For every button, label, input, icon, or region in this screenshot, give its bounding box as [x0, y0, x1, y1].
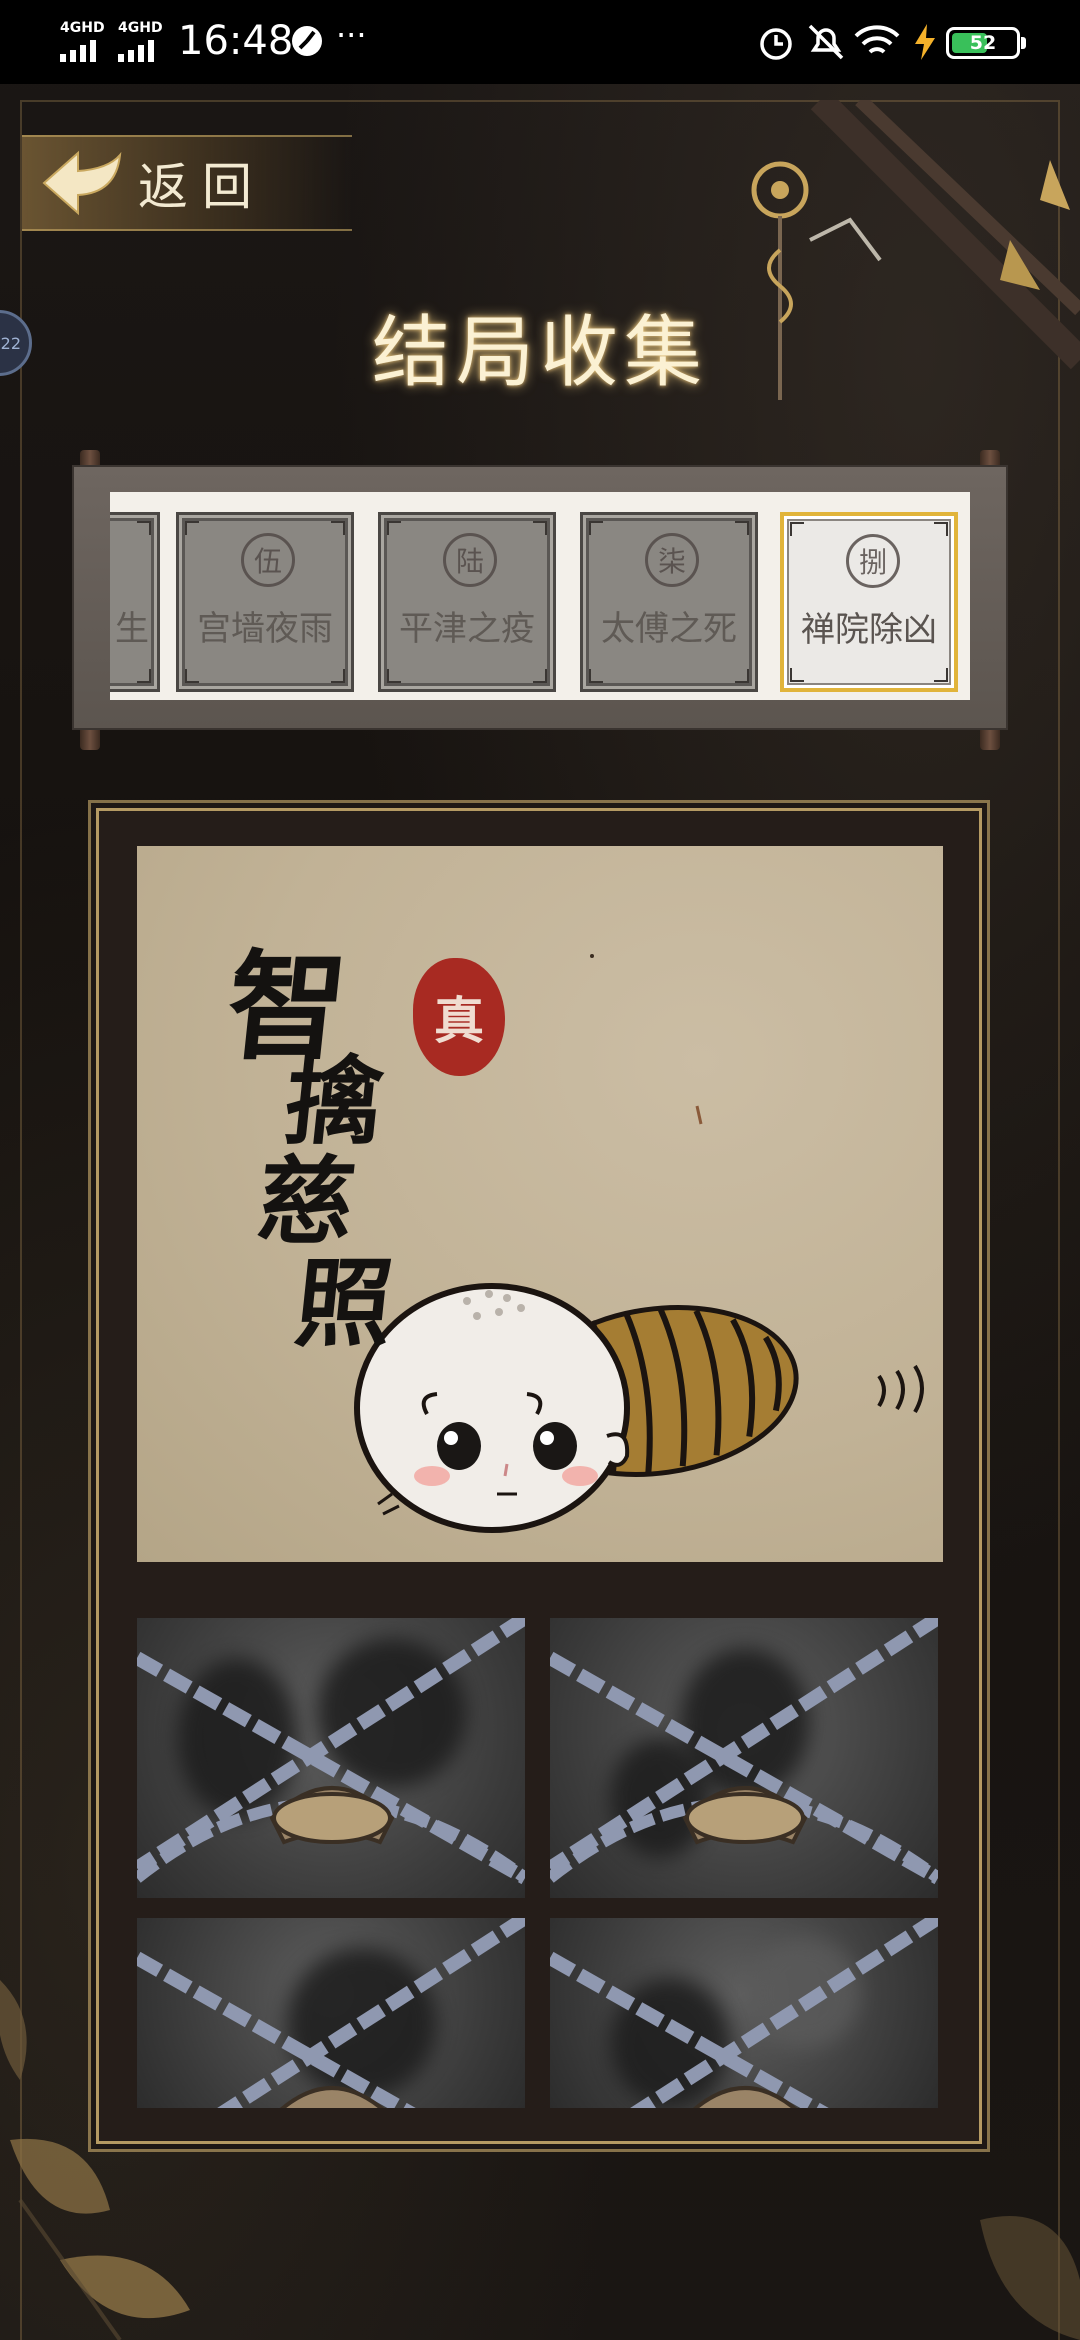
red-seal-stamp: 真 [413, 958, 505, 1076]
locked-ending-slot[interactable] [550, 1618, 938, 1898]
chain-lock-icon [550, 1618, 938, 1885]
featured-ending-image: 智 擒 慈 照 真 [137, 846, 943, 1562]
network-type-2: 4GHD [118, 20, 163, 36]
calligraphy-char: 照 [290, 1247, 399, 1360]
network-type-1: 4GHD [60, 20, 105, 36]
ending-card-name: 平津之疫 [399, 609, 535, 649]
signal-icon [60, 40, 96, 62]
signal-icon-2 [118, 40, 154, 62]
ending-card-name: 生 [115, 609, 149, 649]
ending-card[interactable]: 生 [110, 512, 160, 692]
alarm-icon [760, 28, 792, 60]
charging-icon [915, 24, 935, 60]
ending-card-name: 太傅之死 [601, 609, 737, 649]
ending-number-seal: 伍 [241, 533, 295, 587]
wifi-icon [854, 25, 900, 54]
ending-card-name: 禅院除凶 [801, 610, 937, 650]
ending-number-seal: 陆 [443, 533, 497, 587]
battery-level: 52 [969, 32, 997, 54]
mute-icon [808, 24, 844, 60]
hanging-tassel-ornament [751, 100, 1080, 400]
ending-card-selected[interactable]: 捌 禅院除凶 [780, 512, 958, 692]
ending-card-name: 宫墙夜雨 [197, 609, 333, 649]
clock: 16:48 [178, 18, 294, 64]
back-arrow-icon [42, 150, 122, 216]
ending-collection-screen: 4GHD 4GHD 16:48 ··· 52 返回 22 结局收集 生 伍 宫墙… [0, 0, 1080, 2340]
ending-number-seal: 柒 [645, 533, 699, 587]
locked-ending-slot[interactable] [137, 1618, 525, 1898]
chain-lock-icon [137, 1618, 525, 1885]
more-notifications-icon: ··· [336, 16, 367, 54]
ginkgo-leaf-decoration [0, 1980, 1080, 2340]
status-bar: 4GHD 4GHD 16:48 ··· 52 [0, 0, 1080, 84]
back-button[interactable]: 返回 [22, 135, 352, 231]
ending-card[interactable]: 柒 太傅之死 [580, 512, 758, 692]
ending-card[interactable]: 陆 平津之疫 [378, 512, 556, 692]
back-label: 返回 [138, 158, 266, 216]
battery-icon: 52 [946, 27, 1020, 59]
page-title: 结局收集 [371, 308, 708, 398]
ending-number-seal: 捌 [846, 534, 900, 588]
ending-card[interactable]: 伍 宫墙夜雨 [176, 512, 354, 692]
app-notification-icon [292, 26, 322, 56]
ending-card-strip[interactable]: 生 伍 宫墙夜雨 陆 平津之疫 柒 太傅之死 捌 禅院除凶 [110, 492, 970, 700]
